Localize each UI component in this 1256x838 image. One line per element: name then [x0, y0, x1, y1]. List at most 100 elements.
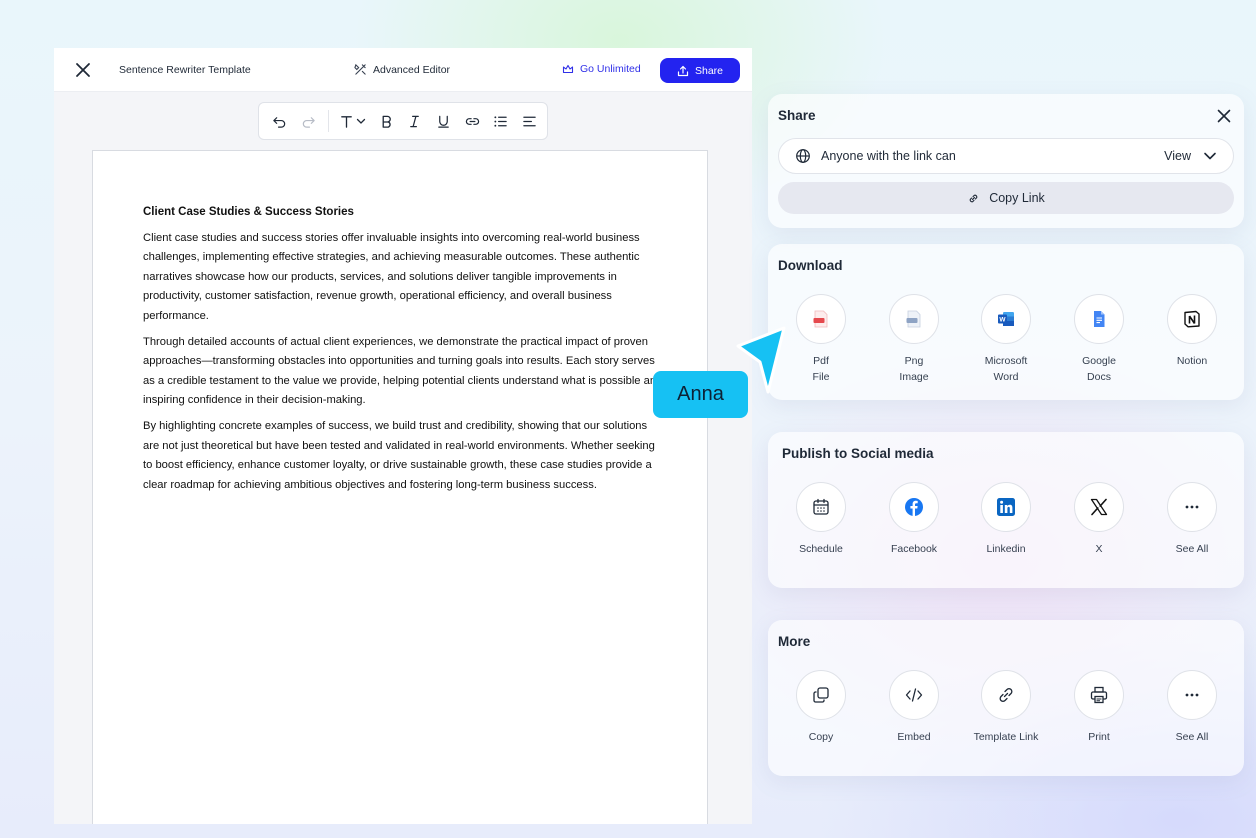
download-google-docs-button[interactable]: Google Docs: [1053, 294, 1145, 385]
word-icon: W: [998, 312, 1014, 326]
word-icon-circle: W: [981, 294, 1031, 344]
download-options: Pdf File Png Image W Microsoft Word Goog…: [788, 294, 1238, 394]
advanced-editor-label: Advanced Editor: [373, 63, 451, 76]
close-icon[interactable]: [1216, 108, 1232, 124]
align-button[interactable]: [518, 110, 540, 132]
share-label: Share: [694, 64, 724, 77]
x-button[interactable]: X: [1053, 482, 1145, 557]
embed-button[interactable]: Embed: [868, 670, 960, 745]
underline-button[interactable]: [433, 110, 455, 132]
template-link-label: Template Link: [973, 731, 1039, 743]
redo-button[interactable]: [298, 110, 320, 132]
download-word-button[interactable]: W Microsoft Word: [960, 294, 1052, 385]
copy-icon-circle: [796, 670, 846, 720]
linkedin-icon-circle: [981, 482, 1031, 532]
copy-icon: [813, 687, 829, 703]
download-notion-label: Notion: [1176, 355, 1208, 367]
advanced-editor-button[interactable]: Advanced Editor: [354, 63, 450, 76]
download-pdf-button[interactable]: Pdf File: [775, 294, 867, 385]
redo-icon: [302, 116, 315, 128]
print-icon: [1090, 686, 1108, 704]
social-see-all-button[interactable]: See All: [1146, 482, 1238, 557]
copy-link-label: Copy Link: [989, 191, 1045, 205]
go-unlimited-button[interactable]: Go Unlimited: [562, 63, 641, 75]
document-page[interactable]: Client Case Studies & Success Stories Cl…: [92, 150, 708, 824]
bold-button[interactable]: [376, 110, 398, 132]
more-see-all-label: See All: [1175, 731, 1209, 743]
social-media-panel: Publish to Social media Schedule Faceboo: [768, 432, 1244, 588]
embed-label: Embed: [897, 731, 931, 743]
bullet-list-icon: [494, 115, 507, 127]
more-icon: [1185, 693, 1199, 697]
upload-icon: [677, 65, 689, 76]
more-panel-title: More: [778, 634, 811, 649]
schedule-button[interactable]: Schedule: [775, 482, 867, 557]
pdf-icon: [813, 310, 828, 328]
copy-link-button[interactable]: Copy Link: [778, 182, 1234, 214]
more-options: Copy Embed Template Link Print See All: [788, 670, 1238, 770]
italic-button[interactable]: [404, 110, 426, 132]
link-access-label: Anyone with the link can: [821, 149, 956, 163]
x-icon-circle: [1074, 482, 1124, 532]
link-access-dropdown[interactable]: Anyone with the link can View: [778, 138, 1234, 174]
editor-window: Sentence Rewriter Template Advanced Edit…: [54, 48, 752, 824]
document-title: Sentence Rewriter Template: [119, 64, 251, 76]
copy-label: Copy: [808, 731, 834, 743]
more-see-all-icon-circle: [1167, 670, 1217, 720]
chevron-down-icon: [1204, 152, 1216, 160]
print-button[interactable]: Print: [1053, 670, 1145, 745]
document-body[interactable]: Client Case Studies & Success Stories Cl…: [143, 203, 663, 501]
calendar-icon: [813, 498, 829, 515]
link-button[interactable]: [461, 110, 483, 132]
template-link-button[interactable]: Template Link: [960, 670, 1052, 745]
go-unlimited-label: Go Unlimited: [580, 63, 641, 75]
png-icon-circle: [889, 294, 939, 344]
facebook-button[interactable]: Facebook: [868, 482, 960, 557]
permission-value: View: [1164, 149, 1191, 163]
social-see-all-label: See All: [1175, 543, 1209, 555]
linkedin-icon: [997, 498, 1015, 516]
download-panel-title: Download: [778, 258, 843, 273]
png-icon: [906, 310, 921, 328]
facebook-icon: [905, 498, 923, 516]
share-button[interactable]: Share: [660, 58, 740, 83]
bullet-list-button[interactable]: [490, 110, 512, 132]
social-see-all-icon-circle: [1167, 482, 1217, 532]
notion-icon: [1184, 310, 1200, 328]
print-label: Print: [1088, 731, 1110, 743]
share-panel-title: Share: [778, 108, 816, 123]
social-media-panel-title: Publish to Social media: [782, 446, 934, 461]
google-docs-icon-circle: [1074, 294, 1124, 344]
font-size-dropdown[interactable]: [337, 110, 368, 132]
more-icon: [1185, 505, 1199, 509]
schedule-label: Schedule: [799, 543, 843, 555]
text-size-icon: [341, 115, 353, 128]
download-png-button[interactable]: Png Image: [868, 294, 960, 385]
globe-icon: [796, 149, 810, 163]
copy-button[interactable]: Copy: [775, 670, 867, 745]
google-docs-icon: [1094, 311, 1105, 327]
document-paragraph: By highlighting concrete examples of suc…: [143, 419, 655, 491]
download-pdf-label: Pdf File: [812, 355, 830, 383]
editor-topbar: Sentence Rewriter Template Advanced Edit…: [54, 48, 752, 92]
document-paragraph: Client case studies and success stories …: [143, 231, 640, 322]
formatting-toolbar: [258, 102, 548, 140]
facebook-label: Facebook: [890, 543, 938, 555]
link-icon: [969, 194, 978, 202]
link-icon: [465, 117, 479, 125]
linkedin-label: Linkedin: [986, 543, 1026, 555]
close-icon[interactable]: [74, 61, 92, 79]
more-panel: More Copy Embed Template Link Print See …: [768, 620, 1244, 776]
linkedin-button[interactable]: Linkedin: [960, 482, 1052, 557]
svg-text:W: W: [999, 317, 1006, 324]
more-see-all-button[interactable]: See All: [1146, 670, 1238, 745]
download-notion-button[interactable]: Notion: [1146, 294, 1238, 369]
undo-button[interactable]: [269, 110, 291, 132]
undo-icon: [273, 116, 286, 128]
x-label: X: [1095, 543, 1103, 555]
template-link-icon-circle: [981, 670, 1031, 720]
download-google-docs-label: Google Docs: [1082, 355, 1116, 383]
chevron-down-icon: [357, 118, 366, 124]
share-panel: Share Anyone with the link can View Copy…: [768, 94, 1244, 228]
document-paragraph: Through detailed accounts of actual clie…: [143, 335, 663, 407]
